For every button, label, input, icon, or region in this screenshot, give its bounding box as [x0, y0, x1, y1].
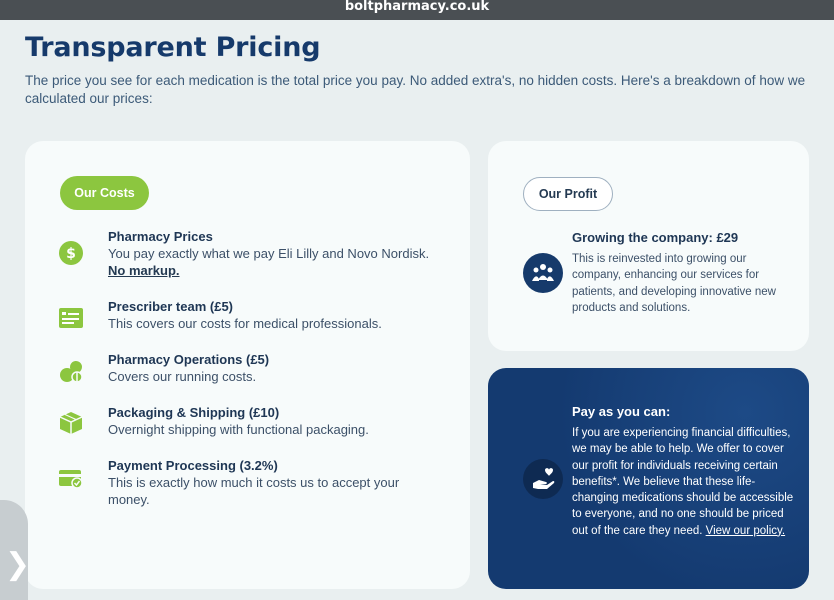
side-drawer-tab[interactable]: ❯	[0, 500, 31, 600]
our-profit-pill[interactable]: Our Profit	[523, 177, 613, 211]
costs-card: Our Costs $ Pharmacy Prices You pay exac…	[25, 141, 470, 589]
pay-title: Pay as you can:	[572, 404, 671, 419]
cost-item-pharmacy-prices: $ Pharmacy Prices You pay exactly what w…	[58, 228, 448, 278]
cost-title: Payment Processing (3.2%)	[108, 458, 278, 473]
profit-desc: This is reinvested into growing our comp…	[572, 253, 776, 314]
cost-desc: This covers our costs for medical profes…	[108, 316, 382, 331]
cost-desc: You pay exactly what we pay Eli Lilly an…	[108, 245, 438, 279]
card-icon	[59, 470, 83, 489]
profit-card: Our Profit Growing the company: £29 This…	[488, 141, 809, 351]
cost-title: Pharmacy Operations (£5)	[108, 352, 270, 367]
package-icon	[59, 412, 83, 434]
cost-title: Packaging & Shipping (£10)	[108, 405, 280, 420]
cost-title: Prescriber team (£5)	[108, 299, 234, 314]
profit-title: Growing the company: £29	[572, 230, 739, 245]
cost-desc-text: You pay exactly what we pay Eli Lilly an…	[108, 246, 430, 261]
cost-desc: This is exactly how much it costs us to …	[108, 475, 400, 507]
pay-desc-text: If you are experiencing financial diffic…	[572, 427, 794, 537]
our-costs-pill[interactable]: Our Costs	[60, 176, 149, 210]
no-markup-link[interactable]: No markup.	[108, 263, 180, 278]
hand-heart-icon	[523, 459, 563, 499]
pay-as-you-can-card: Pay as you can: If you are experiencing …	[488, 368, 809, 589]
pay-desc: If you are experiencing financial diffic…	[572, 425, 797, 539]
url-text: boltpharmacy.co.uk	[344, 0, 490, 14]
cost-title: Pharmacy Prices	[108, 229, 213, 244]
team-icon	[523, 253, 563, 293]
cost-item-prescriber-team: Prescriber team (£5) This covers our cos…	[58, 298, 448, 338]
view-policy-link[interactable]: View our policy.	[706, 525, 785, 537]
page-title: Transparent Pricing	[25, 32, 321, 63]
cost-desc: Overnight shipping with functional packa…	[108, 422, 369, 437]
svg-text:$: $	[66, 246, 76, 262]
dollar-icon: $	[59, 241, 83, 265]
pills-icon	[60, 361, 83, 383]
cost-item-packaging-shipping: Packaging & Shipping (£10) Overnight shi…	[58, 404, 448, 444]
cost-desc: Covers our running costs.	[108, 369, 257, 384]
chevron-right-icon: ❯	[5, 547, 31, 582]
cost-item-payment-processing: Payment Processing (3.2%) This is exactl…	[58, 457, 448, 513]
prescription-icon	[59, 308, 83, 328]
cost-item-pharmacy-operations: Pharmacy Operations (£5) Covers our runn…	[58, 351, 448, 391]
browser-url-bar[interactable]: boltpharmacy.co.uk	[0, 0, 834, 20]
page-intro: The price you see for each medication is…	[25, 73, 806, 106]
